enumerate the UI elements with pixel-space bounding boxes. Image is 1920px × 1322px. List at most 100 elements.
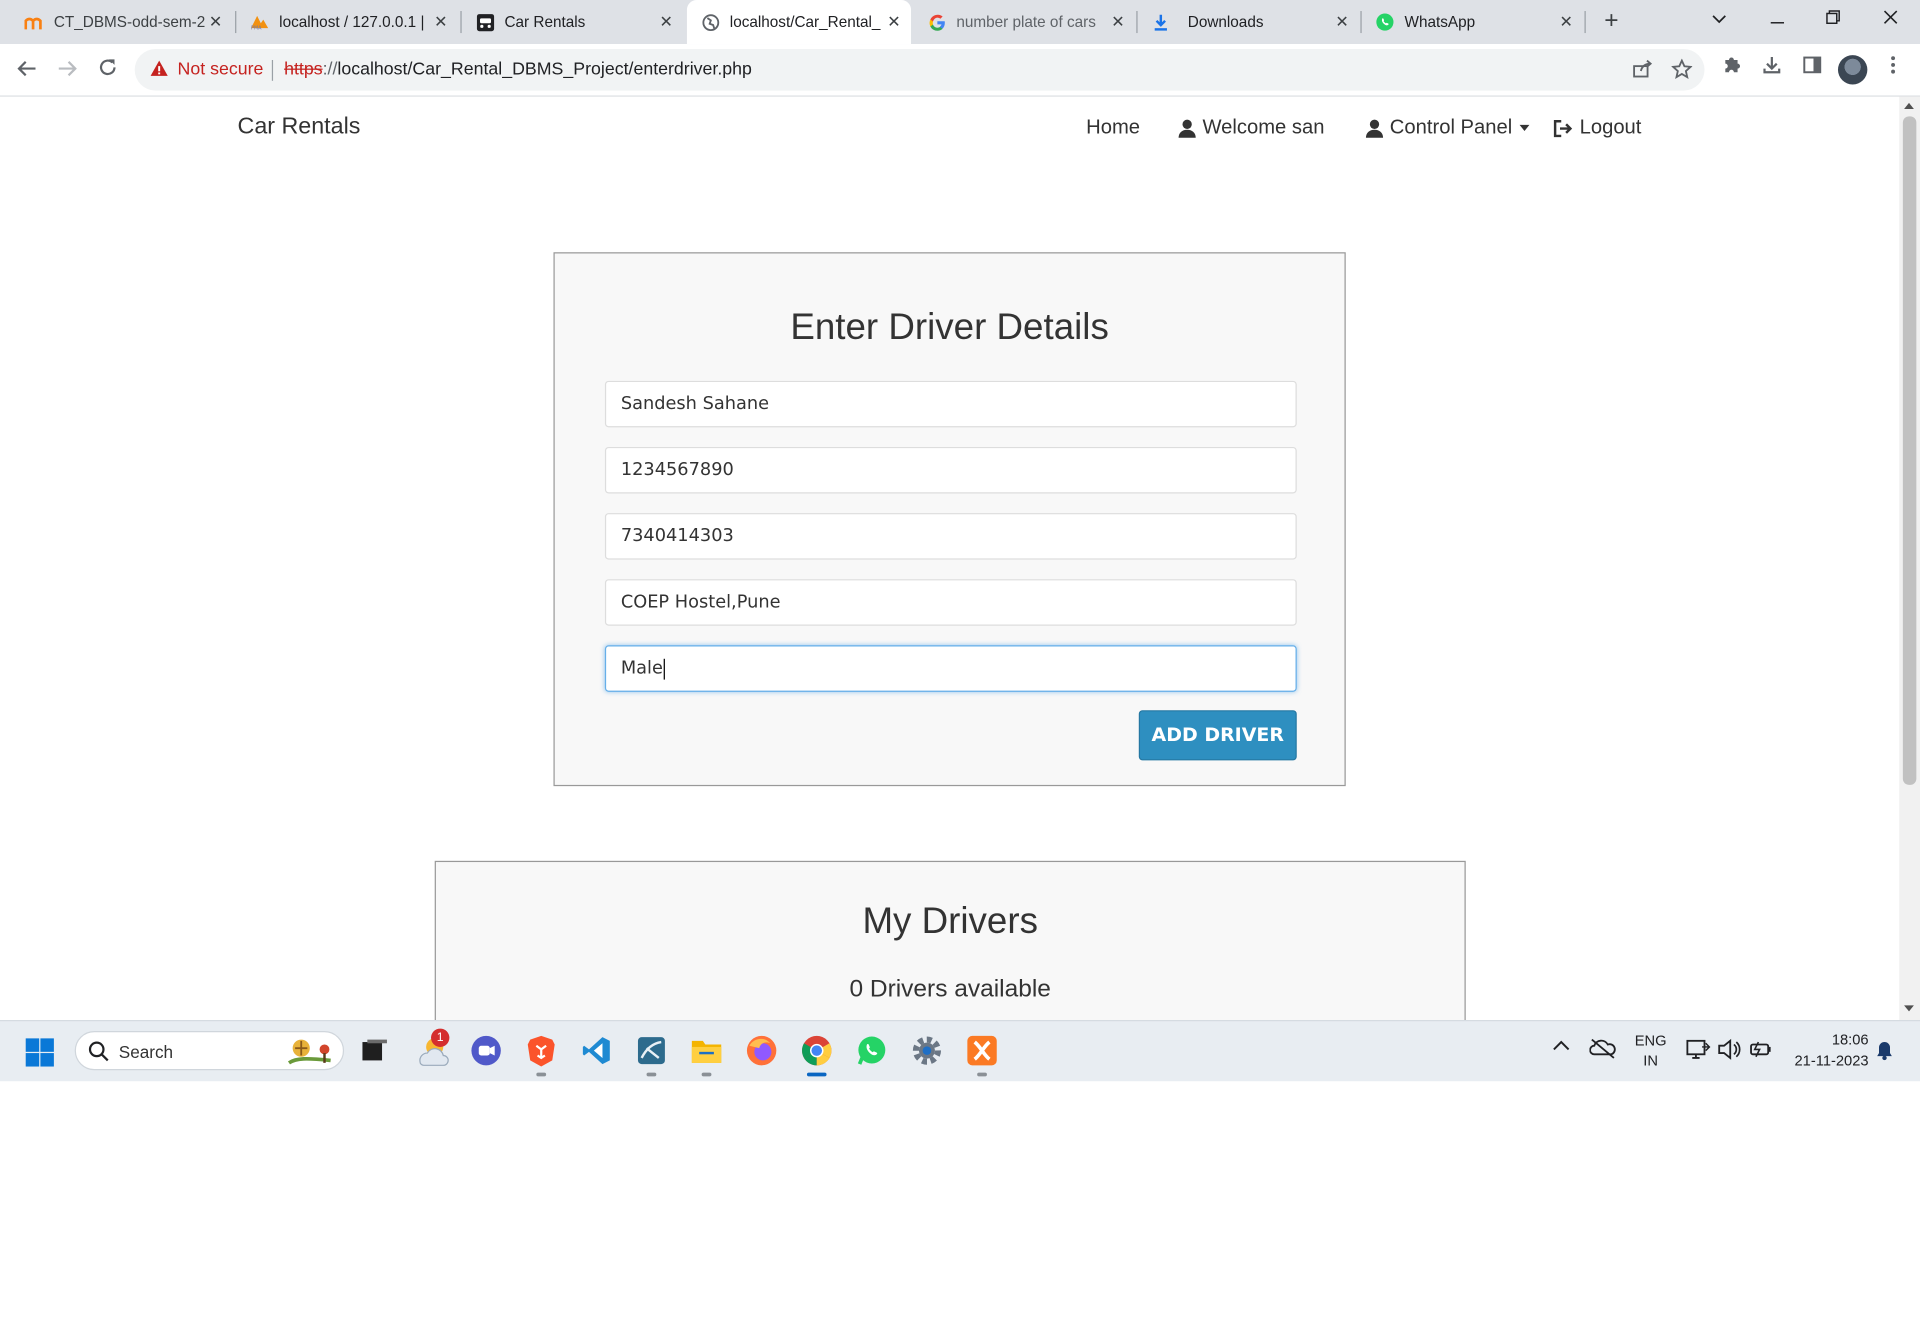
url-text[interactable]: https://localhost/Car_Rental_DBMS_Projec…	[284, 60, 752, 80]
language-indicator[interactable]: ENG IN	[1632, 1031, 1669, 1070]
tab-ct-dbms[interactable]: CT_DBMS-odd-sem-2 ✕	[0, 4, 233, 41]
close-icon[interactable]: ✕	[1108, 12, 1128, 32]
nav-logout[interactable]: Logout	[1553, 116, 1641, 139]
task-view-icon[interactable]	[358, 1033, 392, 1067]
tab-whatsapp[interactable]: WhatsApp ✕	[1351, 4, 1584, 41]
browser-toolbar: Not secure https://localhost/Car_Rental_…	[0, 44, 1920, 97]
notification-bell-icon[interactable]	[1876, 1041, 1893, 1064]
restore-button[interactable]	[1809, 5, 1858, 37]
battery-icon[interactable]	[1747, 1040, 1771, 1063]
tab-downloads[interactable]: Downloads ✕	[1127, 4, 1360, 41]
page-scrollbar[interactable]	[1899, 96, 1920, 1021]
warning-icon[interactable]	[149, 59, 171, 81]
scroll-down-arrow[interactable]	[1904, 1005, 1914, 1012]
security-label[interactable]: Not secure	[178, 60, 264, 80]
running-indicator	[977, 1072, 987, 1077]
close-icon[interactable]: ✕	[431, 12, 451, 32]
tab-title: Downloads	[1187, 13, 1264, 31]
windows-start-icon[interactable]	[25, 1038, 54, 1067]
tab-title: Car Rentals	[504, 13, 586, 31]
share-icon[interactable]	[1630, 59, 1654, 83]
notification-badge: 1	[431, 1028, 450, 1047]
scroll-up-arrow[interactable]	[1904, 102, 1914, 109]
running-indicator	[646, 1072, 657, 1077]
text-cursor	[664, 658, 666, 679]
firefox-icon[interactable]	[744, 1033, 778, 1067]
teams-chat-icon[interactable]	[469, 1033, 503, 1067]
close-icon[interactable]: ✕	[656, 12, 676, 32]
bookmark-star-icon[interactable]	[1669, 58, 1693, 83]
clock-time: 18:06	[1831, 1031, 1869, 1049]
windows-taskbar: Search 1 ENG IN 18:06 21-11-2023	[0, 1020, 1920, 1082]
address-input[interactable]: COEP Hostel,Pune	[604, 579, 1297, 626]
minimize-button[interactable]	[1752, 5, 1801, 37]
google-icon	[927, 12, 947, 32]
language-code: ENG	[1634, 1032, 1667, 1050]
reload-button[interactable]	[91, 54, 125, 88]
tab-search-button[interactable]	[1695, 5, 1744, 37]
back-button[interactable]	[10, 54, 44, 88]
whatsapp-taskbar-icon[interactable]	[855, 1033, 889, 1067]
close-icon[interactable]: ✕	[1556, 12, 1576, 32]
xampp-icon[interactable]	[965, 1033, 999, 1077]
extensions-icon[interactable]	[1717, 55, 1746, 84]
profile-avatar[interactable]	[1837, 55, 1868, 85]
phone-number-input[interactable]: 7340414303	[604, 513, 1297, 560]
taskbar-search[interactable]: Search	[74, 1031, 345, 1071]
address-bar[interactable]: Not secure https://localhost/Car_Rental_…	[134, 48, 1705, 91]
forward-button[interactable]	[50, 54, 84, 88]
search-icon	[88, 1041, 109, 1062]
car-rentals-icon	[475, 12, 495, 32]
tab-car-rentals[interactable]: Car Rentals ✕	[451, 4, 684, 41]
chevron-up-icon[interactable]	[1553, 1038, 1570, 1055]
side-panel-icon[interactable]	[1798, 55, 1827, 84]
more-menu-icon[interactable]	[1878, 55, 1907, 84]
driver-name-input[interactable]: Sandesh Sahane	[604, 380, 1297, 428]
globe-icon	[700, 12, 720, 32]
close-window-button[interactable]	[1866, 5, 1915, 37]
system-clock[interactable]: 18:06 21-11-2023	[1783, 1030, 1869, 1072]
widgets-weather-icon[interactable]: 1	[416, 1028, 450, 1067]
nav-control-panel[interactable]: Control Panel	[1365, 116, 1530, 139]
close-icon[interactable]: ✕	[884, 12, 904, 32]
tab-enterdriver[interactable]: localhost/Car_Rental_ ✕	[686, 0, 912, 45]
vscode-icon[interactable]	[579, 1033, 613, 1067]
nav-welcome[interactable]: Welcome san	[1178, 116, 1325, 139]
scrollbar-thumb[interactable]	[1902, 116, 1917, 785]
logout-icon	[1553, 119, 1573, 137]
license-number-input[interactable]: 1234567890	[604, 446, 1297, 494]
file-explorer-icon[interactable]	[689, 1033, 723, 1077]
brave-browser-icon[interactable]	[524, 1033, 558, 1077]
web-page: Car Rentals Home Welcome san Control Pan…	[0, 96, 1900, 1021]
download-icon	[1151, 12, 1171, 32]
gender-input[interactable]: Male	[604, 645, 1297, 692]
nav-home-label: Home	[1086, 116, 1141, 139]
chrome-icon[interactable]	[800, 1033, 834, 1077]
moodle-icon	[24, 12, 44, 32]
nav-home[interactable]: Home	[1086, 116, 1140, 139]
phpmyadmin-icon: PMA	[250, 12, 270, 32]
tab-title: localhost / 127.0.0.1 |	[279, 13, 425, 31]
tab-phpmyadmin[interactable]: PMA localhost / 127.0.0.1 | ✕	[225, 4, 458, 41]
user-icon	[1365, 119, 1384, 138]
nav-control-panel-label: Control Panel	[1389, 116, 1513, 139]
add-driver-button[interactable]: ADD DRIVER	[1138, 710, 1297, 761]
downloads-icon[interactable]	[1757, 55, 1786, 84]
nav-welcome-label: Welcome san	[1202, 116, 1325, 139]
network-icon[interactable]	[1686, 1038, 1711, 1064]
volume-icon[interactable]	[1717, 1038, 1741, 1064]
tab-title: localhost/Car_Rental_	[729, 13, 881, 31]
new-tab-button[interactable]: +	[1597, 7, 1626, 36]
close-icon[interactable]: ✕	[206, 12, 226, 32]
settings-gear-icon[interactable]	[910, 1033, 944, 1067]
mysql-workbench-icon[interactable]	[634, 1033, 668, 1077]
tab-title: CT_DBMS-odd-sem-2	[53, 13, 206, 31]
search-highlight-icon	[287, 1039, 331, 1065]
tab-google-search[interactable]: number plate of cars ✕	[902, 4, 1135, 41]
url-separator: ://	[322, 60, 338, 80]
close-icon[interactable]: ✕	[1332, 12, 1352, 32]
drivers-count: 0 Drivers available	[849, 975, 1051, 1003]
tab-separator	[1584, 11, 1586, 34]
site-brand[interactable]: Car Rentals	[238, 114, 361, 141]
onedrive-offline-icon[interactable]	[1589, 1037, 1616, 1063]
